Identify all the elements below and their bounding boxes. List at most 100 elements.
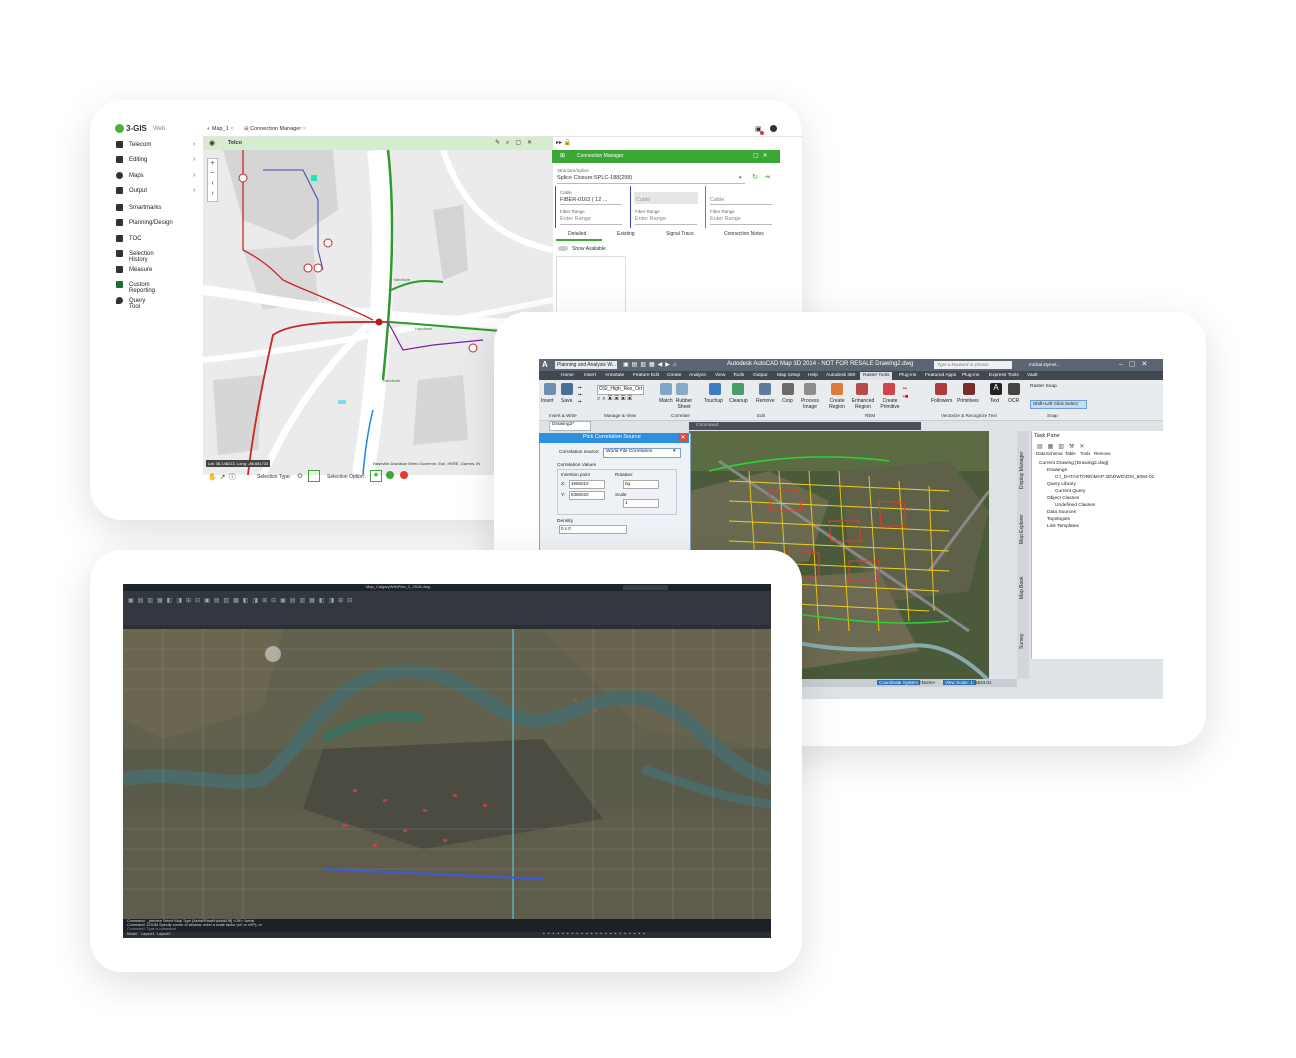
tab-output[interactable]: Output [753,373,767,378]
tab-annotate[interactable]: Annotate [605,373,624,378]
scale-input[interactable] [623,499,659,508]
tab-home[interactable]: Home [561,373,574,378]
fiber-range-a-input[interactable]: Enter Range [560,216,591,222]
dark-search-box[interactable] [623,585,668,590]
tab-map[interactable]: ◐ Map_1 × [207,126,233,132]
selection-new-icon[interactable]: ★ [370,470,382,482]
touchup-button[interactable]: Touchup [704,398,723,404]
subtab-signal-trace[interactable]: Signal Trace [666,231,694,237]
dark-ribbon-icons[interactable]: ▣▤▥▦◧◨⊞⊟▣▤▥▦◧◨⊞⊟▣▤▥▦◧◨⊞⊟ [128,597,356,604]
tab-vault[interactable]: Vault [1027,373,1038,378]
tab-help[interactable]: Help [808,373,818,378]
side-tab-survey[interactable]: Survey [1019,633,1025,649]
status-bar-icons[interactable]: ▪▪▪▪▪▪▪▪▪▪▪▪▪▪▪▪▪▪▪▪▪▪ [543,931,648,937]
structure-select[interactable]: Splice Closure:SPLC-188(298) [557,175,632,181]
selection-box-icon[interactable] [308,470,320,482]
tab-express-tools[interactable]: Express Tools [989,373,1019,378]
rubber-sheet-button[interactable]: Rubber Sheet [674,398,694,410]
text-button[interactable]: Text [990,398,999,404]
insert-button[interactable]: Insert [541,398,554,404]
refresh-icon[interactable]: ↻ [752,173,758,181]
close-icon[interactable]: × [230,126,233,132]
show-available-toggle[interactable] [558,246,568,251]
cleanup-button[interactable]: Cleanup [729,398,748,404]
quick-access-icons[interactable]: ▣▤▥▦◀▶⌂ [623,361,680,368]
tree-undefined-classes[interactable]: Undefined Classes [1055,503,1095,508]
tab-connection-manager[interactable]: ⊞ Connection Manager × [244,126,306,132]
tab-featured-apps[interactable]: Featured Apps [925,373,956,378]
rem-small-icons[interactable]: ▪▪ ▪■ [903,385,908,401]
tree-object-classes[interactable]: Object Classes [1047,496,1079,501]
selection-target-icon[interactable]: ⊙ [297,472,303,480]
tree-data-sources[interactable]: Data Sources [1047,510,1076,515]
toolbar-table[interactable]: Table [1065,451,1076,456]
tree-drawings[interactable]: Drawings [1047,468,1067,473]
zoom-controls[interactable]: + − ‹ › [207,158,218,202]
tab-analyze[interactable]: Analyze [689,373,706,378]
user-icon[interactable] [770,125,777,132]
process-image-button[interactable]: Process Image [800,398,820,410]
side-tab-map-book[interactable]: Map Book [1019,576,1025,599]
panel-window-controls[interactable]: ▢✕ [753,152,772,159]
tree-topologies[interactable]: Topologies [1047,517,1070,522]
side-tab-display-manager[interactable]: Display Manager [1019,451,1025,489]
fiber-range-c-input[interactable]: Enter Range [710,216,741,222]
followers-button[interactable]: Followers [931,398,952,404]
status-coordinate-system[interactable]: Coordinate System [877,680,921,685]
crop-button[interactable]: Crop [782,398,793,404]
layout-tab-1[interactable]: Layout1 [141,932,155,936]
cable-a-select[interactable]: FIBER-0163 ( 12 ... [560,197,607,203]
side-tab-map-explorer[interactable]: Map Explorer [1019,514,1025,544]
subtab-existing[interactable]: Existing [617,231,635,237]
remove-button[interactable]: Remove [756,398,775,404]
tree-query-library[interactable]: Query Library [1047,482,1076,487]
tab-map-setup[interactable]: Map Setup [777,373,800,378]
enhanced-region-button[interactable]: Enhanced Region [851,398,875,410]
match-button[interactable]: Match [659,398,673,404]
subtab-detailed[interactable]: Detailed [568,231,586,237]
tab-autodesk-360[interactable]: Autodesk 360 [826,373,855,378]
tree-link-templates[interactable]: Link Templates [1047,524,1079,529]
user-name[interactable]: michal.stymet... [1029,362,1060,367]
tab-plugins[interactable]: Plug-ins [899,373,916,378]
map-header-tools[interactable]: ✎⌕▢✕ [495,139,538,147]
close-icon[interactable]: ✕ [679,434,687,442]
pan-select-icons[interactable]: ✋➚ⓘ [208,472,239,482]
toolbar-remove[interactable]: Remove [1094,451,1111,456]
add-selection-icon[interactable] [386,471,394,479]
tree-current-drawing[interactable]: Current Drawing [Drawing2.dwg] [1039,461,1108,466]
chevron-down-icon[interactable]: ▾ [673,448,676,454]
layout-tab-model[interactable]: Model [127,932,137,936]
remove-selection-icon[interactable] [400,471,408,479]
tree-current-query[interactable]: Current Query [1055,489,1085,494]
tab-raster-tools[interactable]: Raster Tools [863,373,890,378]
tree-datastore-path[interactable]: C:\_DATASTORE\MAP 3D\DWG\OSI_6084-01 [1055,475,1154,480]
command-bar[interactable] [689,422,921,430]
save-button[interactable]: Save [561,398,572,404]
small-tool-icons[interactable]: ▪▪ ▪▪ ▪▪ [578,385,582,406]
chevron-down-icon[interactable]: ▾ [739,175,742,181]
tab-tools[interactable]: Tools [733,373,744,378]
tab-insert[interactable]: Insert [584,373,596,378]
tab-feature-edit[interactable]: Feature Edit [633,373,659,378]
fiber-range-b-input[interactable]: Enter Range [635,216,666,222]
cable-c-select[interactable]: Cable [710,197,724,203]
primitives-button[interactable]: Primitives [957,398,979,404]
ocr-button[interactable]: OCR [1008,398,1019,404]
toolbar-tools[interactable]: Tools [1080,451,1091,456]
create-region-button[interactable]: Create Region [827,398,847,410]
toolbar-data[interactable]: Data [1036,451,1046,456]
close-icon[interactable]: × [303,126,306,132]
task-pane-toolbar-icons[interactable]: ▤▦▥⚒✕ [1037,443,1089,450]
raster-snap-label[interactable]: Raster Snap [1030,384,1057,389]
view-tool-icons[interactable]: ⌕⌕▣▣▣▣ [597,396,634,403]
window-controls[interactable]: –▢✕ [1119,360,1153,368]
tab-plugins-2[interactable]: Plug-ins [962,373,979,378]
status-view-scale[interactable]: View Scale: 1: [943,680,977,685]
toolbar-schema[interactable]: Schema [1046,451,1063,456]
dark-map-view[interactable] [123,629,771,919]
layout-tab-2[interactable]: Layout2 [157,932,171,936]
subtab-connection-notes[interactable]: Connection Notes [724,231,764,237]
command-input[interactable]: Command: Type a command [127,927,176,931]
create-primitive-button[interactable]: Create Primitive [879,398,901,410]
